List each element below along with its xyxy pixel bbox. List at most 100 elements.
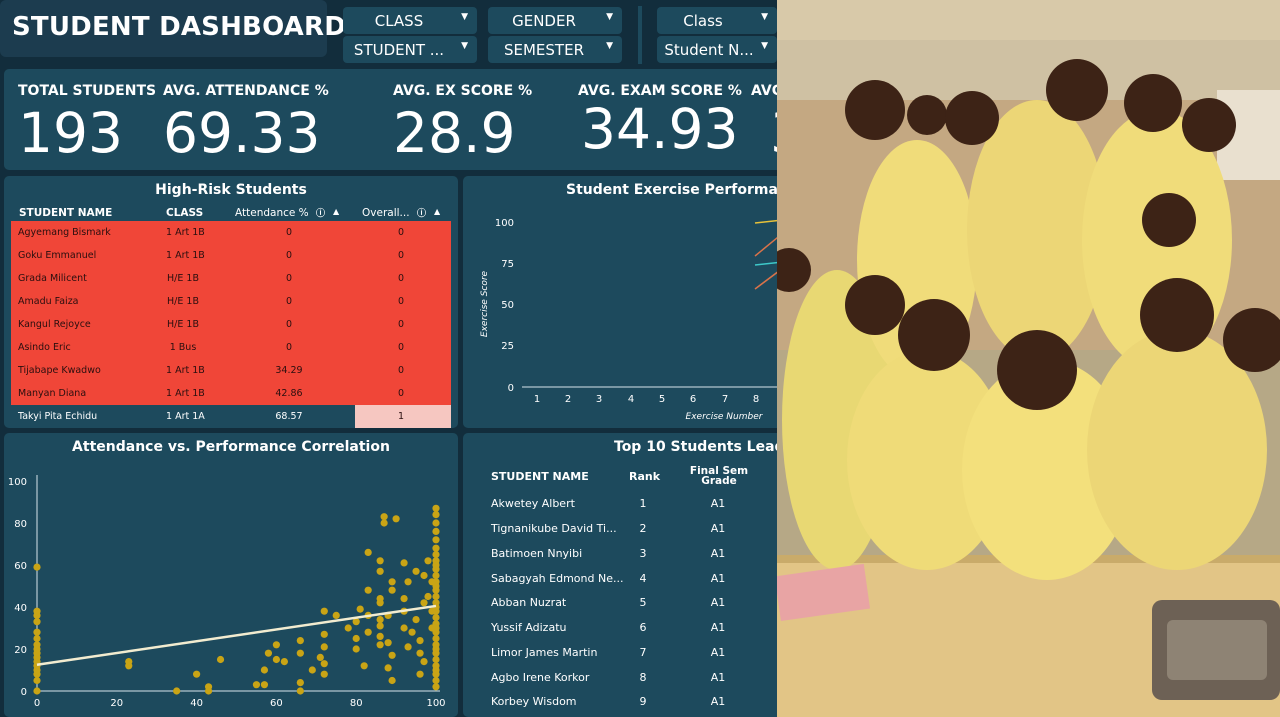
sort-ascending-icon[interactable]: ▲ bbox=[333, 207, 339, 216]
y-tick-label: 60 bbox=[14, 561, 27, 572]
kpi-strip: TOTAL STUDENTS 193 AVG. ATTENDANCE % 69.… bbox=[4, 69, 777, 170]
high-risk-table-body: Agyemang Bismark 1 Art 1B 0 0 Goku Emman… bbox=[11, 221, 451, 428]
cell-attendance: 0 bbox=[285, 296, 293, 307]
column-header-grade[interactable]: Final Sem Grade bbox=[689, 466, 749, 487]
student-name-slicer-dropdown[interactable]: Student N... ▼ bbox=[657, 36, 777, 63]
kpi-value-attendance: 69.33 bbox=[163, 101, 321, 165]
scatter-point bbox=[320, 643, 328, 651]
scatter-point bbox=[388, 578, 396, 586]
scatter-point bbox=[420, 571, 428, 580]
scatter-point bbox=[173, 687, 181, 695]
class-slicer-dropdown[interactable]: Class ▼ bbox=[657, 7, 777, 34]
cell-attendance: 34.29 bbox=[275, 365, 303, 376]
cell-rank: 8 bbox=[639, 671, 647, 684]
cell-overall: 0 bbox=[397, 250, 405, 261]
table-row[interactable]: Akwetey Albert 1 A1 bbox=[463, 493, 777, 517]
chevron-down-icon: ▼ bbox=[461, 41, 468, 51]
scatter-point bbox=[432, 620, 440, 628]
gender-filter-dropdown[interactable]: GENDER ▼ bbox=[488, 7, 622, 34]
scatter-point bbox=[260, 681, 269, 689]
sort-ascending-icon[interactable]: ▲ bbox=[434, 207, 440, 216]
attendance-performance-scatter: 0 20 40 60 80 100 0 20 40 60 80 100 bbox=[8, 475, 446, 709]
class-filter-dropdown[interactable]: CLASS ▼ bbox=[343, 7, 477, 34]
student-filter-dropdown[interactable]: STUDENT ... ▼ bbox=[343, 36, 477, 63]
table-row[interactable]: Takyi Pita Echidu 1 Art 1A 68.57 1 bbox=[11, 405, 451, 428]
scatter-point bbox=[356, 605, 364, 613]
scatter-point bbox=[432, 641, 440, 649]
cell-attendance: 0 bbox=[285, 273, 293, 284]
column-header-overall[interactable]: Overall... bbox=[362, 207, 410, 219]
cell-student-name: Abban Nuzrat bbox=[491, 596, 567, 609]
table-row[interactable]: Amadu Faiza H/E 1B 0 0 bbox=[11, 290, 451, 313]
chevron-down-icon: ▼ bbox=[606, 12, 613, 22]
table-row[interactable]: Sabagyah Edmond Ne... 4 A1 bbox=[463, 568, 777, 592]
scatter-point bbox=[376, 599, 384, 607]
table-row[interactable]: Grada Milicent H/E 1B 0 0 bbox=[11, 267, 451, 290]
table-row[interactable]: Tignanikube David Ti... 2 A1 bbox=[463, 518, 777, 542]
table-row[interactable]: Tijabape Kwadwo 1 Art 1B 34.29 0 bbox=[11, 359, 451, 382]
cell-class: 1 Art 1B bbox=[166, 227, 205, 238]
dropdown-label: Student N... bbox=[664, 41, 754, 59]
chevron-down-icon: ▼ bbox=[761, 41, 768, 51]
cell-rank: 2 bbox=[639, 522, 647, 535]
table-row[interactable]: Agyemang Bismark 1 Art 1B 0 0 bbox=[11, 221, 451, 244]
cell-grade: A1 bbox=[710, 572, 726, 585]
scatter-point bbox=[380, 519, 388, 527]
scatter-point bbox=[388, 651, 396, 659]
cell-rank: 1 bbox=[639, 497, 647, 510]
table-row[interactable]: Agbo Irene Korkor 8 A1 bbox=[463, 667, 777, 691]
semester-filter-dropdown[interactable]: SEMESTER ▼ bbox=[488, 36, 622, 63]
scatter-point bbox=[432, 676, 440, 685]
kpi-label-overflow: AVG bbox=[751, 83, 777, 99]
kpi-value-exam-score: 34.93 bbox=[581, 97, 739, 161]
kpi-value-total-students: 193 bbox=[18, 101, 123, 165]
scatter-point bbox=[352, 645, 360, 653]
y-tick-label: 75 bbox=[501, 259, 514, 270]
column-header-student-name[interactable]: STUDENT NAME bbox=[19, 207, 112, 219]
table-row[interactable]: Abban Nuzrat 5 A1 bbox=[463, 592, 777, 616]
scatter-point bbox=[352, 634, 360, 643]
table-row[interactable]: Kangul Rejoyce H/E 1B 0 0 bbox=[11, 313, 451, 336]
table-row[interactable]: Yussif Adizatu 6 A1 bbox=[463, 617, 777, 641]
table-row[interactable]: Manyan Diana 1 Art 1B 42.86 0 bbox=[11, 382, 451, 405]
y-tick-label: 20 bbox=[14, 645, 27, 656]
cell-student-name: Sabagyah Edmond Ne... bbox=[491, 572, 624, 585]
y-tick-label: 0 bbox=[508, 383, 514, 394]
x-tick-label: 4 bbox=[628, 394, 634, 405]
high-risk-students-panel: High-Risk Students STUDENT NAME CLASS At… bbox=[4, 176, 458, 428]
table-row[interactable]: Goku Emmanuel 1 Art 1B 0 0 bbox=[11, 244, 451, 267]
info-icon: ⓘ bbox=[417, 209, 427, 219]
screen: STUDENT DASHBOARD CLASS ▼ STUDENT ... ▼ … bbox=[0, 0, 1280, 717]
column-header-class[interactable]: CLASS bbox=[166, 207, 203, 219]
scatter-point bbox=[432, 550, 440, 559]
cell-grade: A1 bbox=[710, 497, 726, 510]
column-header-attendance[interactable]: Attendance % bbox=[235, 207, 309, 219]
scatter-point bbox=[320, 670, 328, 678]
table-row[interactable]: Limor James Martin 7 A1 bbox=[463, 642, 777, 666]
table-row[interactable]: Korbey Wisdom 9 A1 bbox=[463, 691, 777, 715]
dropdown-label: CLASS bbox=[374, 12, 424, 30]
column-header-student-name[interactable]: STUDENT NAME bbox=[491, 470, 589, 483]
cell-student-name: Takyi Pita Echidu bbox=[18, 411, 98, 422]
scatter-point bbox=[364, 586, 372, 594]
students-photo bbox=[777, 0, 1280, 717]
cell-overall: 0 bbox=[397, 365, 405, 376]
scatter-point bbox=[408, 628, 416, 636]
cell-student-name: Tignanikube David Ti... bbox=[491, 522, 617, 535]
cell-student-name: Kangul Rejoyce bbox=[18, 319, 91, 330]
scatter-point bbox=[416, 670, 424, 678]
scatter-point bbox=[33, 607, 41, 615]
cell-grade: A1 bbox=[710, 522, 726, 535]
y-axis-title: Exercise Score bbox=[480, 270, 490, 337]
cell-class: 1 Bus bbox=[169, 342, 197, 353]
cell-overall: 0 bbox=[397, 296, 405, 307]
trend-line bbox=[36, 604, 437, 666]
x-axis-title: Exercise Number bbox=[686, 412, 764, 422]
table-row[interactable]: Batimoen Nnyibi 3 A1 bbox=[463, 543, 777, 567]
column-header-rank[interactable]: Rank bbox=[629, 470, 660, 483]
table-row[interactable]: Asindo Eric 1 Bus 0 0 bbox=[11, 336, 451, 359]
scatter-point bbox=[296, 637, 304, 645]
cell-attendance: 0 bbox=[285, 250, 293, 261]
cell-student-name: Agbo Irene Korkor bbox=[491, 671, 590, 684]
scatter-point bbox=[125, 658, 133, 666]
